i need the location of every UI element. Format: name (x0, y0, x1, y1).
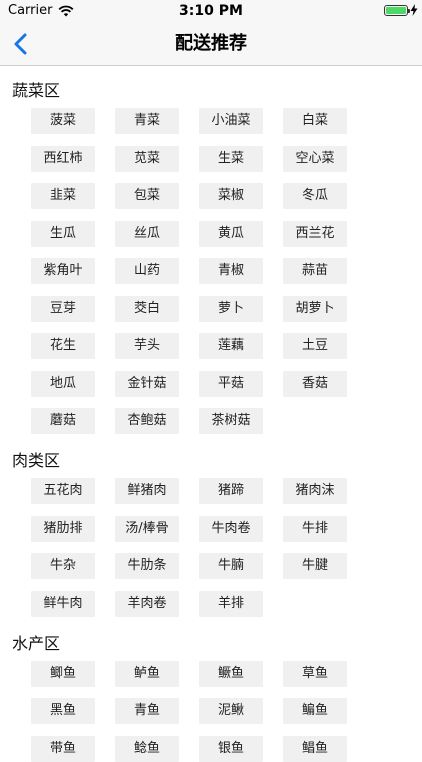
item-chip[interactable]: 山药 (115, 258, 179, 284)
item-chip[interactable]: 鲜牛肉 (31, 591, 95, 617)
item-chip[interactable]: 鲫鱼 (31, 661, 95, 687)
item-chip[interactable]: 豆芽 (31, 296, 95, 322)
status-bar: Carrier 3:10 PM (0, 0, 422, 22)
item-chip[interactable]: 羊排 (199, 591, 263, 617)
item-chip[interactable]: 苋菜 (115, 146, 179, 172)
item-chip[interactable]: 银鱼 (199, 736, 263, 762)
item-chip[interactable]: 猪蹄 (199, 478, 263, 504)
item-chip[interactable]: 韭菜 (31, 183, 95, 209)
item-chip[interactable]: 青椒 (199, 258, 263, 284)
item-chip[interactable]: 金针菇 (115, 371, 179, 397)
charging-bolt-icon (410, 4, 418, 16)
item-chip[interactable]: 萝卜 (199, 296, 263, 322)
item-chip[interactable]: 茶树菇 (199, 408, 263, 434)
item-chip[interactable]: 丝瓜 (115, 221, 179, 247)
item-chip[interactable]: 草鱼 (283, 661, 347, 687)
item-chip[interactable]: 黑鱼 (31, 698, 95, 724)
item-chip[interactable]: 五花肉 (31, 478, 95, 504)
item-chip[interactable]: 土豆 (283, 333, 347, 359)
item-chip[interactable]: 牛肉卷 (199, 516, 263, 542)
item-chip[interactable]: 紫角叶 (31, 258, 95, 284)
item-chip[interactable]: 猪肋排 (31, 516, 95, 542)
item-chip[interactable]: 小油菜 (199, 108, 263, 134)
item-chip[interactable]: 牛杂 (31, 553, 95, 579)
item-chip[interactable]: 鲈鱼 (115, 661, 179, 687)
item-chip[interactable]: 青鱼 (115, 698, 179, 724)
section-title: 水产区 (12, 633, 61, 653)
item-chip[interactable]: 莲藕 (199, 333, 263, 359)
item-chip[interactable]: 羊肉卷 (115, 591, 179, 617)
item-chip[interactable]: 白菜 (283, 108, 347, 134)
section-title: 蔬菜区 (12, 81, 61, 100)
item-chip[interactable]: 鳊鱼 (283, 698, 347, 724)
item-chip[interactable]: 猪肉沫 (283, 478, 347, 504)
item-chip[interactable]: 生菜 (199, 146, 263, 172)
item-chip[interactable]: 包菜 (115, 183, 179, 209)
item-chip[interactable]: 西兰花 (283, 221, 347, 247)
item-chip[interactable]: 泥鳅 (199, 698, 263, 724)
item-chip[interactable]: 青菜 (115, 108, 179, 134)
battery-icon (384, 5, 410, 16)
item-chip[interactable]: 黄瓜 (199, 221, 263, 247)
item-chip[interactable]: 西红柿 (31, 146, 95, 172)
item-chip[interactable]: 生瓜 (31, 221, 95, 247)
item-chip[interactable]: 鲳鱼 (283, 736, 347, 762)
item-chip[interactable]: 空心菜 (283, 146, 347, 172)
item-chip[interactable]: 杏鲍菇 (115, 408, 179, 434)
item-chip[interactable]: 茭白 (115, 296, 179, 322)
item-chip[interactable]: 牛排 (283, 516, 347, 542)
item-chip[interactable]: 鲶鱼 (115, 736, 179, 762)
item-chip[interactable]: 蒜苗 (283, 258, 347, 284)
item-chip[interactable]: 菜椒 (199, 183, 263, 209)
item-chip[interactable]: 蘑菇 (31, 408, 95, 434)
item-chip[interactable]: 汤/棒骨 (115, 516, 179, 542)
item-chip[interactable]: 芋头 (115, 333, 179, 359)
page-title: 配送推荐 (175, 33, 247, 54)
battery-fill (386, 7, 406, 14)
navigation-bar: 配送推荐 (0, 22, 422, 66)
item-chip[interactable]: 胡萝卜 (283, 296, 347, 322)
section-title: 肉类区 (12, 451, 61, 470)
item-chip[interactable]: 地瓜 (31, 371, 95, 397)
item-chip[interactable]: 鳜鱼 (199, 661, 263, 687)
item-chip[interactable]: 鲜猪肉 (115, 478, 179, 504)
status-time: 3:10 PM (179, 3, 243, 19)
item-chip[interactable]: 牛腩 (199, 553, 263, 579)
item-chip[interactable]: 牛腱 (283, 553, 347, 579)
item-chip[interactable]: 香菇 (283, 371, 347, 397)
item-chip[interactable]: 平菇 (199, 371, 263, 397)
item-chip[interactable]: 冬瓜 (283, 183, 347, 209)
item-chip[interactable]: 花生 (31, 333, 95, 359)
item-chip[interactable]: 菠菜 (31, 108, 95, 134)
item-chip[interactable]: 牛肋条 (115, 553, 179, 579)
item-chip[interactable]: 带鱼 (31, 736, 95, 762)
